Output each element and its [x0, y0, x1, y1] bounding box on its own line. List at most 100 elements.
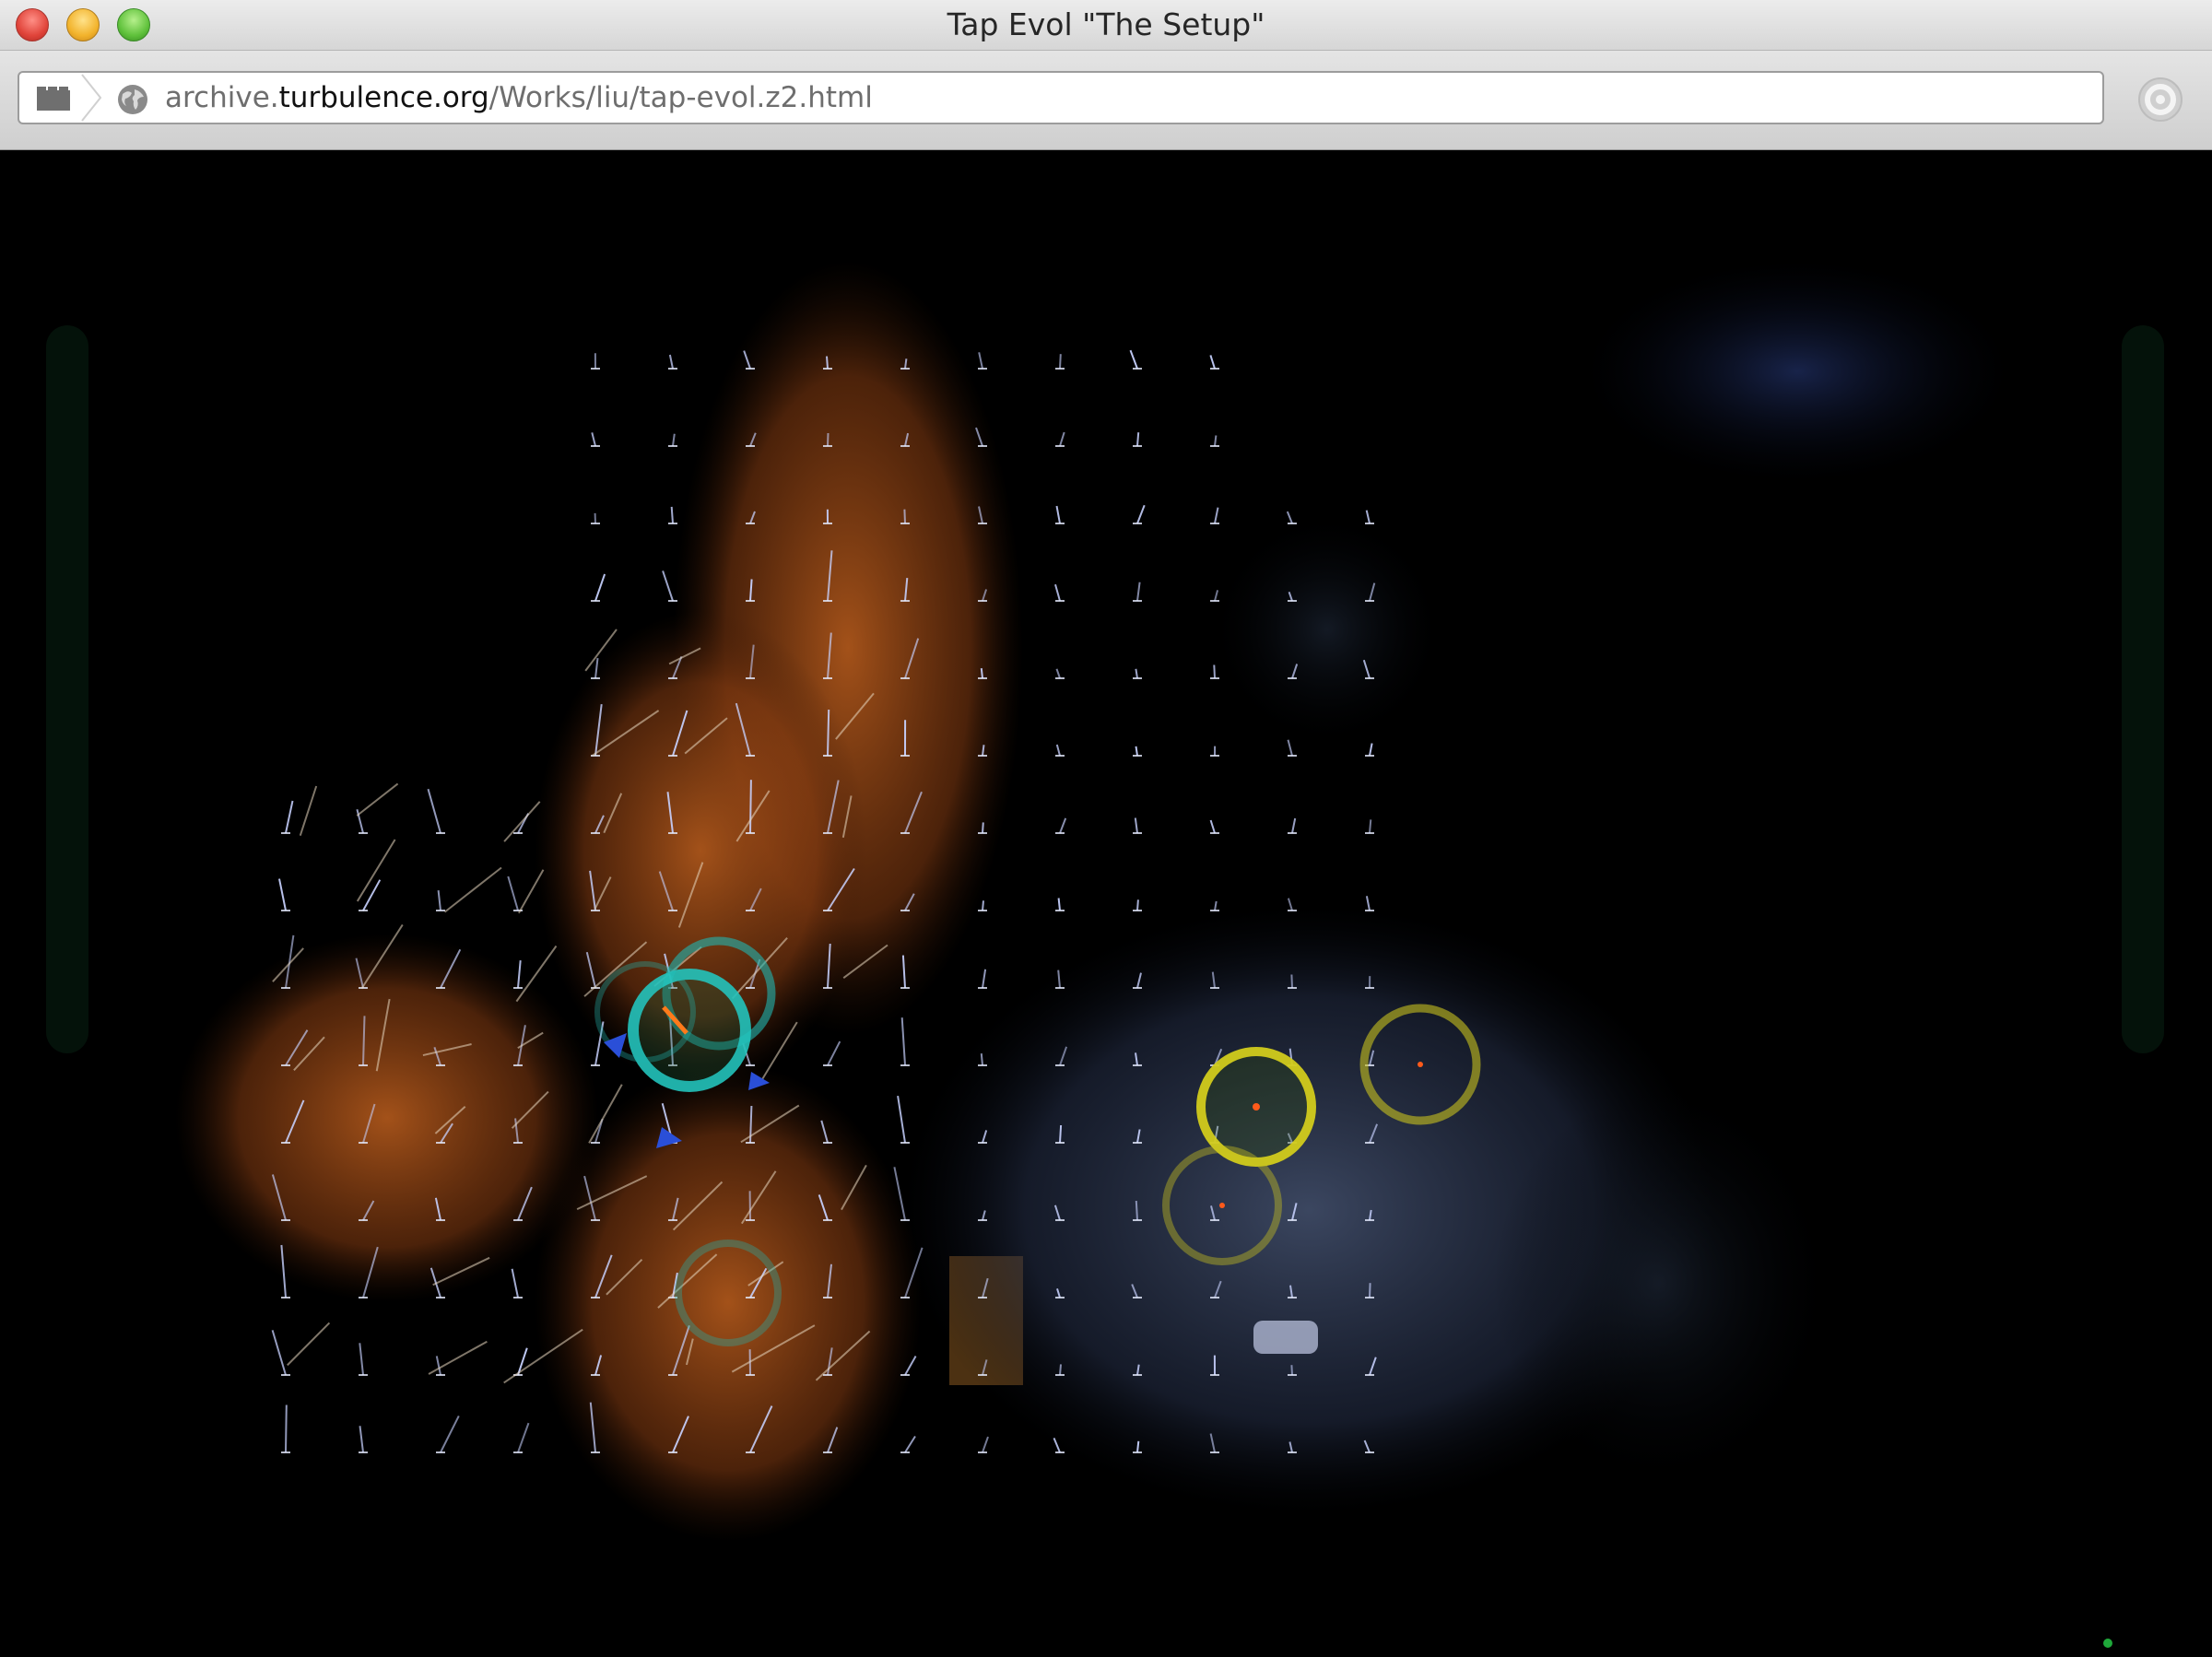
- flow-vector: [978, 352, 983, 370]
- dark-head: [1217, 519, 1438, 740]
- flow-vector: [904, 358, 908, 370]
- flow-vector: [1214, 900, 1218, 911]
- flow-vector: [1055, 668, 1061, 679]
- flow-vector: [1057, 898, 1061, 911]
- flow-vector: [1214, 507, 1219, 524]
- flow-vector: [827, 1040, 841, 1066]
- light-patch: [1253, 1321, 1318, 1354]
- flow-vector: [897, 1095, 906, 1144]
- flow-vector: [749, 1105, 753, 1144]
- flow-vector: [900, 1017, 906, 1066]
- flow-vector: [285, 1404, 288, 1453]
- flow-vector: [1054, 583, 1061, 602]
- navy-corner: [1585, 261, 2009, 482]
- flow-vector: [670, 506, 674, 524]
- video-regions: [175, 261, 2009, 1542]
- flow-vector: [662, 570, 674, 602]
- flow-vector: [827, 432, 830, 447]
- flow-vector: [1369, 1283, 1371, 1299]
- motion-streak: [356, 782, 399, 817]
- flow-vector: [1059, 354, 1062, 370]
- flow-vector: [1129, 349, 1138, 370]
- flow-vector: [1209, 819, 1216, 834]
- browser-window: Tap Evol "The Setup" archive.turbulence.…: [0, 0, 2212, 1657]
- browser-toolbar: archive.turbulence.org/Works/liu/tap-evo…: [0, 51, 2212, 150]
- flow-vector: [1059, 1364, 1062, 1376]
- flow-vector: [1214, 435, 1218, 447]
- flow-vector: [1136, 504, 1146, 524]
- flow-vector: [278, 878, 287, 911]
- flow-vector: [271, 1330, 287, 1376]
- flow-vector: [982, 900, 984, 911]
- flow-vector: [672, 433, 676, 447]
- flow-vector: [1135, 746, 1138, 757]
- flow-vector: [511, 1268, 519, 1299]
- url-prefix: archive.: [165, 81, 279, 114]
- flow-vector: [507, 876, 519, 911]
- flow-vector: [1136, 432, 1140, 447]
- motion-streak: [287, 1322, 331, 1367]
- motion-streak: [503, 801, 541, 842]
- address-bar[interactable]: archive.turbulence.org/Works/liu/tap-evo…: [18, 71, 2104, 124]
- url-text[interactable]: archive.turbulence.org/Works/liu/tap-evo…: [165, 73, 873, 123]
- dark-figure-right: [1493, 1090, 1825, 1477]
- flow-vector: [1365, 896, 1371, 911]
- flow-vector: [904, 1435, 916, 1453]
- flow-vector: [982, 822, 984, 834]
- flow-vector: [427, 788, 441, 834]
- flow-visualization-canvas[interactable]: [0, 150, 2212, 1657]
- flow-vector: [982, 969, 987, 989]
- flow-vector: [1213, 664, 1216, 679]
- flow-vector: [359, 1343, 364, 1376]
- reader-icon[interactable]: [2137, 76, 2183, 123]
- motion-streak: [356, 839, 396, 902]
- flow-vector: [591, 432, 596, 447]
- motion-streak: [443, 866, 502, 913]
- flow-vector: [903, 509, 906, 524]
- flow-vector: [982, 1436, 989, 1453]
- window-title: Tap Evol "The Setup": [947, 6, 1265, 42]
- orange-figure-lower: [535, 1063, 922, 1542]
- flow-vector: [440, 1415, 460, 1453]
- flow-vector: [1214, 590, 1219, 602]
- flow-vector: [668, 354, 674, 370]
- flow-vector: [1136, 899, 1139, 911]
- flow-vector: [1055, 744, 1061, 757]
- url-host: turbulence.org: [278, 81, 489, 114]
- flow-vector: [1059, 1124, 1063, 1144]
- flow-vector: [1059, 431, 1065, 447]
- flow-vector: [826, 356, 829, 370]
- flow-vector: [1290, 1365, 1293, 1376]
- flow-vector: [594, 573, 606, 602]
- flow-vector: [1135, 1200, 1138, 1221]
- url-path: /Works/liu/tap-evol.z2.html: [488, 81, 873, 114]
- flow-vector: [285, 800, 294, 834]
- flow-vector: [1209, 355, 1216, 370]
- flow-vector: [1369, 819, 1372, 834]
- tabs-icon[interactable]: [36, 86, 71, 112]
- flow-vector: [1286, 511, 1293, 524]
- flow-vector: [1136, 1440, 1140, 1453]
- flow-vector: [827, 709, 830, 757]
- status-dot: [2103, 1639, 2112, 1648]
- flow-vector: [1369, 743, 1373, 757]
- flow-vector: [749, 780, 752, 834]
- flow-vector: [1287, 739, 1293, 757]
- flow-vector: [362, 879, 382, 911]
- flow-vector: [359, 1426, 364, 1453]
- orange-figure-lower-left: [175, 934, 599, 1302]
- flow-vector: [1365, 510, 1371, 524]
- flow-vector: [437, 889, 441, 911]
- flow-vector: [1059, 817, 1067, 834]
- flow-vector: [1134, 817, 1138, 834]
- separator-chevron: [81, 74, 102, 122]
- page-content: [0, 150, 2212, 1657]
- flow-vector: [1290, 974, 1293, 989]
- flow-vector: [1135, 668, 1138, 679]
- flow-vector: [517, 1422, 530, 1453]
- motion-streak: [299, 785, 318, 837]
- globe-icon: [118, 85, 147, 114]
- flow-vector: [435, 1356, 441, 1376]
- flow-vector: [1136, 582, 1141, 602]
- title-bar: Tap Evol "The Setup": [0, 0, 2212, 51]
